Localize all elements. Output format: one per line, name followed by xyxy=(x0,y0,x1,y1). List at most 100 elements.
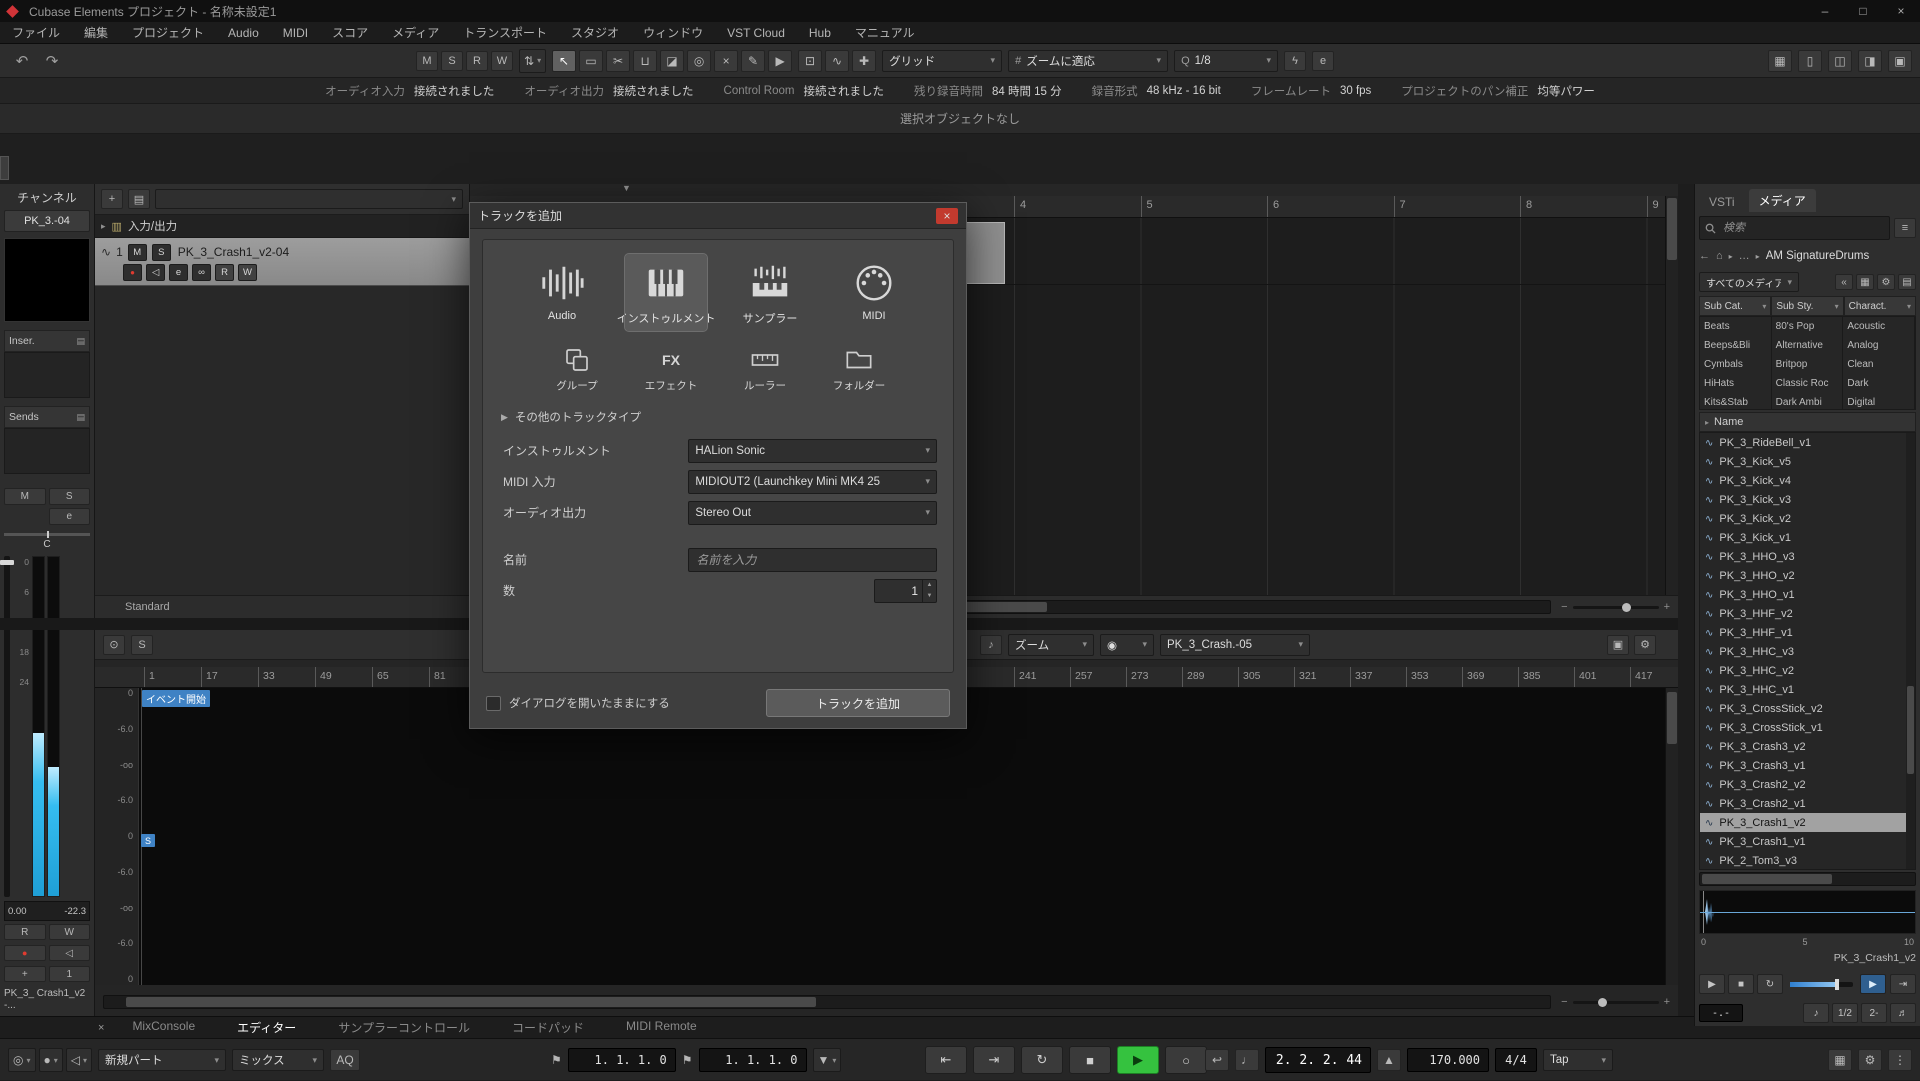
breadcrumb-ellipsis[interactable]: … xyxy=(1739,250,1750,262)
zoom-preset-dropdown[interactable]: #ズームに適応 xyxy=(1008,50,1168,72)
media-file-row[interactable]: PK_3_Kick_v2 xyxy=(1700,509,1915,528)
horizontal-zoom-slider[interactable]: − + xyxy=(1561,601,1670,613)
play-button[interactable]: ▶ xyxy=(1117,1046,1159,1074)
editor-vertical-scrollbar[interactable] xyxy=(1665,688,1678,985)
filter-item[interactable]: Britpop xyxy=(1772,355,1843,374)
media-file-row[interactable]: PK_3_Crash2_v1 xyxy=(1700,794,1915,813)
track-write-button[interactable]: W xyxy=(238,264,257,281)
right-zone-tab[interactable]: VSTi xyxy=(1699,192,1745,212)
right-locator-display[interactable]: 1. 1. 1. 0 xyxy=(699,1048,807,1072)
keep-dialog-open-checkbox[interactable] xyxy=(486,696,501,711)
track-read-button[interactable]: R xyxy=(215,264,234,281)
media-file-row[interactable]: PK_3_HHF_v1 xyxy=(1700,623,1915,642)
open-in-window-icon[interactable]: ▣ xyxy=(1607,635,1629,655)
feedback-icon[interactable]: ⊡ xyxy=(798,50,822,72)
goto-end-button[interactable]: ⇥ xyxy=(973,1046,1015,1074)
menu-item[interactable]: メディア xyxy=(392,24,439,41)
track-mute-button[interactable]: M xyxy=(128,244,147,261)
filter-item[interactable]: Classic Roc xyxy=(1772,374,1843,393)
undo-button[interactable]: ↶ xyxy=(10,50,34,72)
filter-item[interactable]: Alternative xyxy=(1772,336,1843,355)
split-tool[interactable]: ✂ xyxy=(606,50,630,72)
play-tool[interactable]: ▶ xyxy=(768,50,792,72)
track-name[interactable]: PK_3_Crash1_v2-04 xyxy=(178,245,289,259)
filter-column-header[interactable]: Sub Sty. xyxy=(1771,296,1843,316)
lower-zone-tab[interactable]: エディター xyxy=(237,1019,296,1036)
redo-button[interactable]: ↷ xyxy=(40,50,64,72)
media-file-row[interactable]: PK_3_HHO_v2 xyxy=(1700,566,1915,585)
minimize-button[interactable]: – xyxy=(1806,0,1844,22)
write-automation-button[interactable]: W xyxy=(49,924,91,940)
media-file-row[interactable]: PK_2_Tom3_v3 xyxy=(1700,851,1915,870)
volume-fader[interactable] xyxy=(4,556,10,897)
panel-icon[interactable]: ▤ xyxy=(1898,274,1916,290)
sends-rack-icon[interactable]: ▤ xyxy=(76,412,85,423)
maximize-button[interactable]: □ xyxy=(1844,0,1882,22)
count-increment-icon[interactable]: ▲ xyxy=(923,580,936,591)
draw-tool[interactable]: ✎ xyxy=(741,50,765,72)
track-type-ruler[interactable]: ルーラー xyxy=(733,345,797,393)
preview-volume-slider[interactable] xyxy=(1790,982,1853,987)
arrange-vertical-scrollbar[interactable] xyxy=(1665,196,1678,602)
gear-icon[interactable]: ⚙ xyxy=(1858,1049,1882,1071)
musical-mode-icon[interactable]: ♪ xyxy=(980,635,1002,655)
editor-zoom-dropdown[interactable]: ズーム xyxy=(1008,634,1094,656)
editor-horizontal-scrollbar[interactable] xyxy=(103,995,1551,1009)
sort-icon[interactable]: ▸ xyxy=(1705,418,1709,427)
status-item[interactable]: フレームレート 30 fps xyxy=(1251,83,1371,99)
track-solo-button[interactable]: S xyxy=(152,244,171,261)
stop-button[interactable]: ■ xyxy=(1069,1046,1111,1074)
menu-item[interactable]: プロジェクト xyxy=(132,24,204,41)
menu-item[interactable]: Hub xyxy=(809,26,831,40)
waveform-display[interactable]: 0-6.0-oo-6.00-6.0-oo-6.00 イベント開始 S xyxy=(95,688,1666,985)
checker-icon[interactable]: ▦ xyxy=(1856,274,1874,290)
punch-in-icon[interactable]: ↩ xyxy=(1205,1049,1229,1071)
zoom-out-icon[interactable]: − xyxy=(1561,996,1567,1008)
inspector-toggle-icon[interactable]: ▯ xyxy=(1798,50,1822,72)
preview-cycle-button[interactable]: ↻ xyxy=(1757,974,1783,994)
tempo-track-icon[interactable]: ♩ xyxy=(1235,1049,1259,1071)
preview-tempo-display[interactable]: -.- xyxy=(1699,1004,1743,1022)
zoom-in-icon[interactable]: + xyxy=(1664,996,1670,1008)
menu-item[interactable]: 編集 xyxy=(84,24,108,41)
media-file-row[interactable]: PK_3_CrossStick_v2 xyxy=(1700,699,1915,718)
glue-tool[interactable]: ⊔ xyxy=(633,50,657,72)
sends-panel[interactable] xyxy=(4,428,90,474)
track-type-sampler[interactable]: サンプラー xyxy=(729,254,811,331)
media-file-row[interactable]: PK_3_Kick_v1 xyxy=(1700,528,1915,547)
iterative-quantize-icon[interactable]: ϟ xyxy=(1284,51,1306,71)
inserts-panel[interactable] xyxy=(4,352,90,398)
object-selection-tool[interactable]: ↖ xyxy=(552,50,576,72)
track-preset-label[interactable]: Standard xyxy=(125,601,170,613)
media-file-row[interactable]: PK_3_RideBell_v1 xyxy=(1700,433,1915,452)
record-enable-button[interactable]: ● xyxy=(4,945,46,961)
tempo-display[interactable]: 170.000 xyxy=(1407,1048,1489,1072)
preview-waveform[interactable] xyxy=(1699,890,1916,934)
status-item[interactable]: Control Room 接続されました xyxy=(724,83,884,99)
automation-button[interactable]: W xyxy=(491,51,513,71)
menu-item[interactable]: トランスポート xyxy=(463,24,547,41)
filter-item[interactable]: Analog xyxy=(1843,336,1914,355)
filter-item[interactable]: Beats xyxy=(1700,317,1771,336)
audition-icon[interactable]: ◁ xyxy=(66,1048,92,1072)
media-search-box[interactable] xyxy=(1699,216,1890,240)
track-type-effect[interactable]: FX エフェクト xyxy=(639,345,703,393)
autoplay-button[interactable]: ▶ xyxy=(1860,974,1886,994)
filter-item[interactable]: Beeps&Bli xyxy=(1700,336,1771,355)
zoom-in-icon[interactable]: + xyxy=(1664,601,1670,613)
event-start-marker[interactable]: イベント開始 xyxy=(142,690,210,707)
media-file-row[interactable]: PK_3_Kick_v5 xyxy=(1700,452,1915,471)
track-row[interactable]: ∿ 1 M S PK_3_Crash1_v2-04 ● ◁ e ∞ R W xyxy=(95,238,469,286)
menu-item[interactable]: スコア xyxy=(332,24,368,41)
filter-item[interactable]: 80's Pop xyxy=(1772,317,1843,336)
time-signature-display[interactable]: 4/4 xyxy=(1495,1048,1537,1072)
back-icon[interactable]: ← xyxy=(1699,250,1710,262)
track-type-group[interactable]: グループ xyxy=(545,345,609,393)
monitor-button[interactable]: ◁ xyxy=(49,945,91,961)
mute-tool[interactable]: × xyxy=(714,50,738,72)
channel-solo-button[interactable]: S xyxy=(49,488,91,505)
io-track-row[interactable]: ▸ ▥ 入力/出力 xyxy=(95,215,469,238)
media-file-row[interactable]: PK_3_Crash3_v2 xyxy=(1700,737,1915,756)
filter-item[interactable]: Clean xyxy=(1843,355,1914,374)
grid-overlay-icon[interactable]: ▦ xyxy=(1768,50,1792,72)
